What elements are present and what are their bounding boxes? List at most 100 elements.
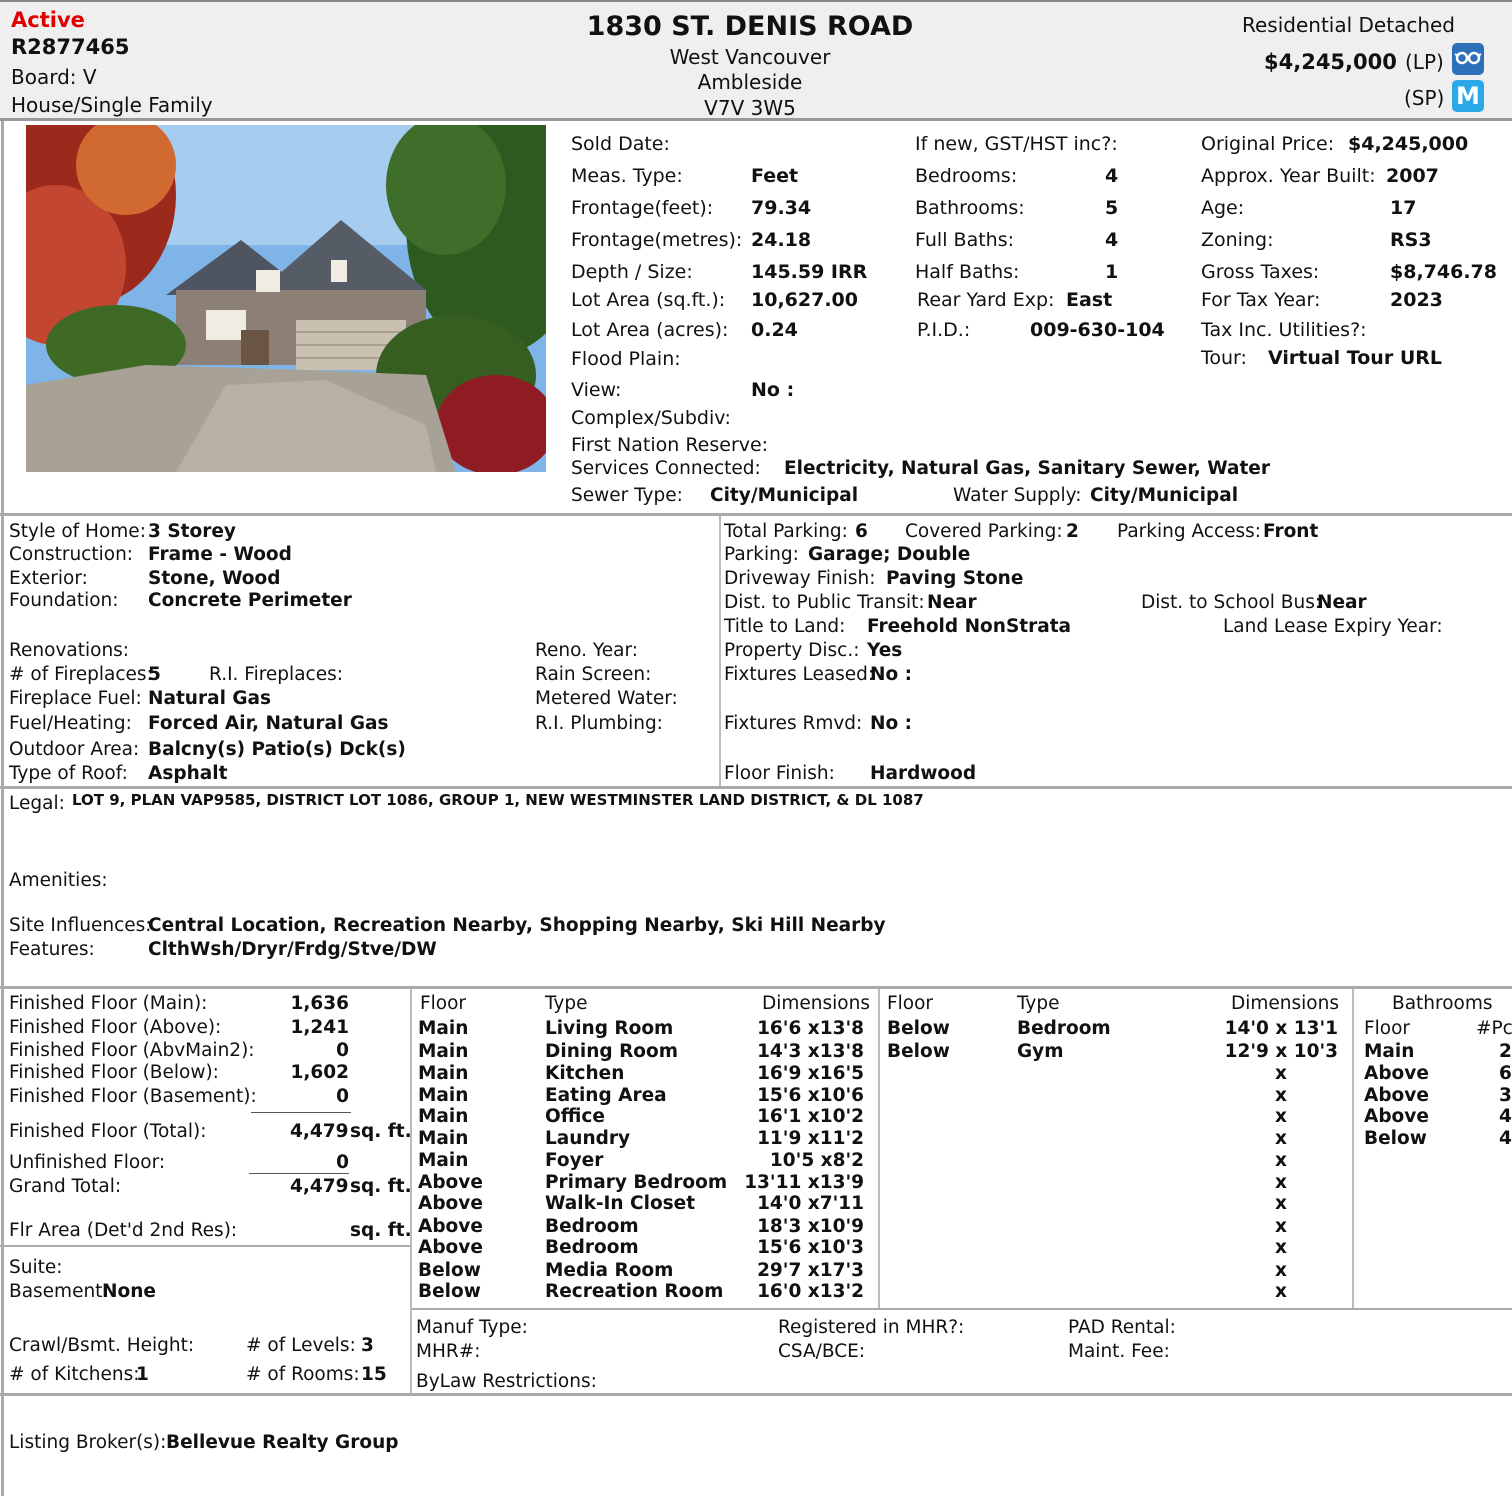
table-row-floor: Main <box>418 1085 469 1106</box>
table-row-dims: 16'1 x10'2 <box>757 1106 864 1127</box>
area-value: 1,602 <box>290 1062 349 1083</box>
divider <box>0 513 1512 516</box>
title-land-value: Freehold NonStrata <box>867 616 1072 637</box>
table-row-floor: Below <box>887 1041 950 1062</box>
roof-label: Type of Roof: <box>9 763 128 784</box>
crawl-label: Crawl/Bsmt. Height: <box>9 1335 195 1356</box>
table-row-floor: Main <box>418 1150 469 1171</box>
table-row-floor: Below <box>418 1281 481 1302</box>
area-total-value: 4,479 <box>290 1121 349 1142</box>
bathroom-pcs: 4 <box>1499 1106 1512 1127</box>
detail-value: 2007 <box>1386 165 1439 187</box>
area-value: 1,636 <box>290 993 349 1014</box>
fireplaces-label: # of Fireplaces: <box>9 664 153 685</box>
features-label: Features: <box>9 939 95 960</box>
mhr-label: MHR#: <box>416 1341 481 1362</box>
table-row-type: Foyer <box>545 1150 604 1171</box>
detail-label: Tax Inc. Utilities?: <box>1201 319 1367 341</box>
school-bus-value: Near <box>1317 592 1367 613</box>
rooms-dims-header: Dimensions <box>762 993 870 1014</box>
detail-label: Bathrooms: <box>915 197 1025 219</box>
table-row-dims: 16'9 x16'5 <box>757 1063 864 1084</box>
unfinished-value: 0 <box>336 1152 349 1173</box>
detail-label: Rear Yard Exp: <box>917 289 1055 311</box>
detail-label: Flood Plain: <box>571 348 681 370</box>
detail-value: 24.18 <box>751 229 812 251</box>
glasses-icon[interactable] <box>1452 43 1484 75</box>
style-label: Construction: <box>9 544 134 565</box>
style-value: 3 Storey <box>148 521 236 542</box>
rooms2-floor-header: Floor <box>887 993 934 1014</box>
lp-label: (LP) <box>1405 50 1444 74</box>
table-row-dims: x <box>1275 1085 1287 1106</box>
detail-label: Lot Area (acres): <box>571 319 729 341</box>
table-row-dims: 12'9 x 10'3 <box>1224 1041 1338 1062</box>
detail-label: Complex/Subdiv: <box>571 407 731 429</box>
rooms-floor-header: Floor <box>420 993 467 1014</box>
style-label: Style of Home: <box>9 521 146 542</box>
table-row-type: Bedroom <box>545 1216 639 1237</box>
bathroom-pcs: 2 <box>1499 1041 1512 1062</box>
area-total-unit: sq. ft. <box>350 1121 412 1142</box>
table-row-dims: x <box>1275 1281 1287 1302</box>
table-row-dims: x <box>1275 1063 1287 1084</box>
grand-total-label: Grand Total: <box>9 1176 122 1197</box>
table-row-dims: 14'0 x7'11 <box>757 1193 864 1214</box>
table-row-dims: x <box>1275 1237 1287 1258</box>
school-bus-label: Dist. to School Bus: <box>1141 592 1322 613</box>
table-row-dims: x <box>1275 1106 1287 1127</box>
detail-value: Virtual Tour URL <box>1268 347 1442 369</box>
table-row-floor: Above <box>418 1237 483 1258</box>
broker-label: Listing Broker(s): <box>9 1432 167 1453</box>
amenities-label: Amenities: <box>9 870 108 891</box>
table-row-floor: Main <box>418 1063 469 1084</box>
grand-total-value: 4,479 <box>290 1176 349 1197</box>
kitchens-label: # of Kitchens: <box>9 1364 140 1385</box>
features-value: ClthWsh/Dryr/Frdg/Stve/DW <box>148 939 437 960</box>
detail-label: Zoning: <box>1201 229 1274 251</box>
site-influences-value: Central Location, Recreation Nearby, Sho… <box>148 915 886 936</box>
suite-label: Suite: <box>9 1257 63 1278</box>
basement-label: Basement: <box>9 1281 109 1302</box>
table-row-dims: 18'3 x10'9 <box>757 1216 864 1237</box>
table-row-dims: x <box>1275 1193 1287 1214</box>
detail-value: Feet <box>751 165 799 187</box>
title-land-label: Title to Land: <box>724 616 846 637</box>
ri-plumbing-label: R.I. Plumbing: <box>535 713 663 734</box>
detail-label: For Tax Year: <box>1201 289 1321 311</box>
detail-label: View: <box>571 379 622 401</box>
house-photo <box>26 125 546 472</box>
table-row-dims: 11'9 x11'2 <box>757 1128 864 1149</box>
parking-label: Parking: <box>724 544 799 565</box>
area-total-label: Finished Floor (Total): <box>9 1121 207 1142</box>
table-row-dims: x <box>1275 1172 1287 1193</box>
unfinished-label: Unfinished Floor: <box>9 1152 166 1173</box>
detail-label: Bedrooms: <box>915 165 1018 187</box>
table-row-type: Laundry <box>545 1128 631 1149</box>
table-row-type: Kitchen <box>545 1063 625 1084</box>
divider <box>0 786 1512 789</box>
property-type: House/Single Family <box>11 93 213 117</box>
detail-label: Half Baths: <box>915 261 1020 283</box>
table-row-dims: 10'5 x8'2 <box>769 1150 864 1171</box>
basement-value: None <box>102 1281 156 1302</box>
list-price: $4,245,000 <box>1264 50 1397 74</box>
levels-label: # of Levels: <box>246 1335 356 1356</box>
water-value: City/Municipal <box>1090 485 1239 506</box>
table-row-dims: 14'0 x 13'1 <box>1224 1018 1338 1039</box>
m-icon[interactable]: M <box>1452 80 1484 112</box>
bathroom-floor: Below <box>1364 1128 1427 1149</box>
area-label: Finished Floor (Main): <box>9 993 208 1014</box>
divider <box>412 1308 1512 1310</box>
bathroom-floor: Above <box>1364 1085 1429 1106</box>
detail-label: P.I.D.: <box>917 319 971 341</box>
detail-value: 2023 <box>1390 289 1443 311</box>
bathroom-pcs: 4 <box>1499 1128 1512 1149</box>
table-row-dims: 16'0 x13'2 <box>757 1281 864 1302</box>
detail-value: 10,627.00 <box>751 289 858 311</box>
detail-label: Sold Date: <box>571 133 670 155</box>
mls-number: R2877465 <box>11 35 130 59</box>
detail-value: 4 <box>1105 229 1119 251</box>
detail-label: Frontage(metres): <box>571 229 743 251</box>
detail-value: 5 <box>1105 197 1119 219</box>
